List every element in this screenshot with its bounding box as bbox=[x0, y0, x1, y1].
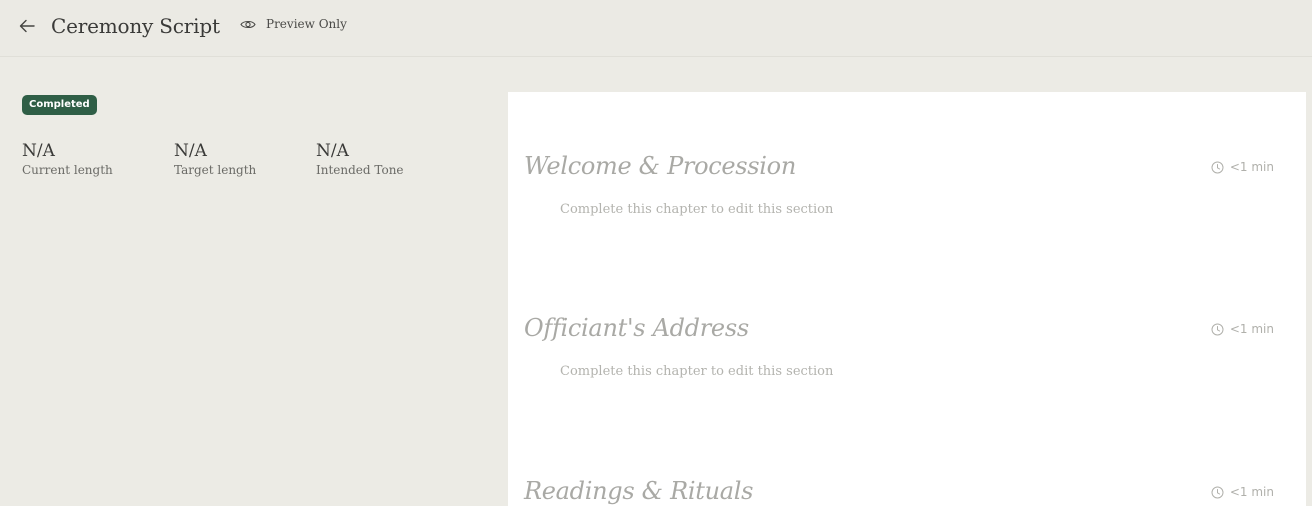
stat-current-length: N/A Current length bbox=[22, 141, 113, 177]
duration-label: <1 min bbox=[1229, 322, 1274, 336]
stat-label: Intended Tone bbox=[316, 163, 404, 177]
section-title: Officiant's Address bbox=[524, 314, 749, 342]
script-content-panel: Welcome & Procession <1 min Complete thi… bbox=[508, 92, 1306, 506]
stat-value: N/A bbox=[174, 141, 207, 161]
preview-label: Preview Only bbox=[266, 17, 347, 31]
section-title: Readings & Rituals bbox=[524, 477, 754, 505]
section-hint: Complete this chapter to edit this secti… bbox=[560, 364, 834, 379]
section-hint: Complete this chapter to edit this secti… bbox=[560, 202, 834, 217]
section-title: Welcome & Procession bbox=[524, 152, 796, 180]
stat-value: N/A bbox=[316, 141, 349, 161]
section-duration: <1 min bbox=[1211, 485, 1274, 499]
preview-indicator: Preview Only bbox=[240, 17, 347, 31]
duration-label: <1 min bbox=[1229, 160, 1274, 174]
page-title: Ceremony Script bbox=[51, 14, 220, 38]
eye-icon bbox=[240, 17, 258, 31]
stats-row: N/A Current length N/A Target length N/A… bbox=[22, 141, 482, 191]
stat-intended-tone: N/A Intended Tone bbox=[316, 141, 404, 177]
status-badge: Completed bbox=[22, 95, 97, 115]
summary-panel: Completed N/A Current length N/A Target … bbox=[22, 92, 482, 177]
stat-label: Target length bbox=[174, 163, 257, 177]
section-duration: <1 min bbox=[1211, 160, 1274, 174]
stat-target-length: N/A Target length bbox=[174, 141, 256, 177]
clock-icon bbox=[1211, 486, 1224, 499]
stat-label: Current length bbox=[22, 163, 113, 177]
arrow-left-icon bbox=[19, 19, 35, 33]
duration-label: <1 min bbox=[1229, 485, 1274, 499]
clock-icon bbox=[1211, 323, 1224, 336]
section-duration: <1 min bbox=[1211, 322, 1274, 336]
stat-value: N/A bbox=[22, 141, 55, 161]
back-button[interactable] bbox=[14, 13, 40, 39]
clock-icon bbox=[1211, 161, 1224, 174]
top-bar: Ceremony Script Preview Only bbox=[0, 0, 1312, 57]
